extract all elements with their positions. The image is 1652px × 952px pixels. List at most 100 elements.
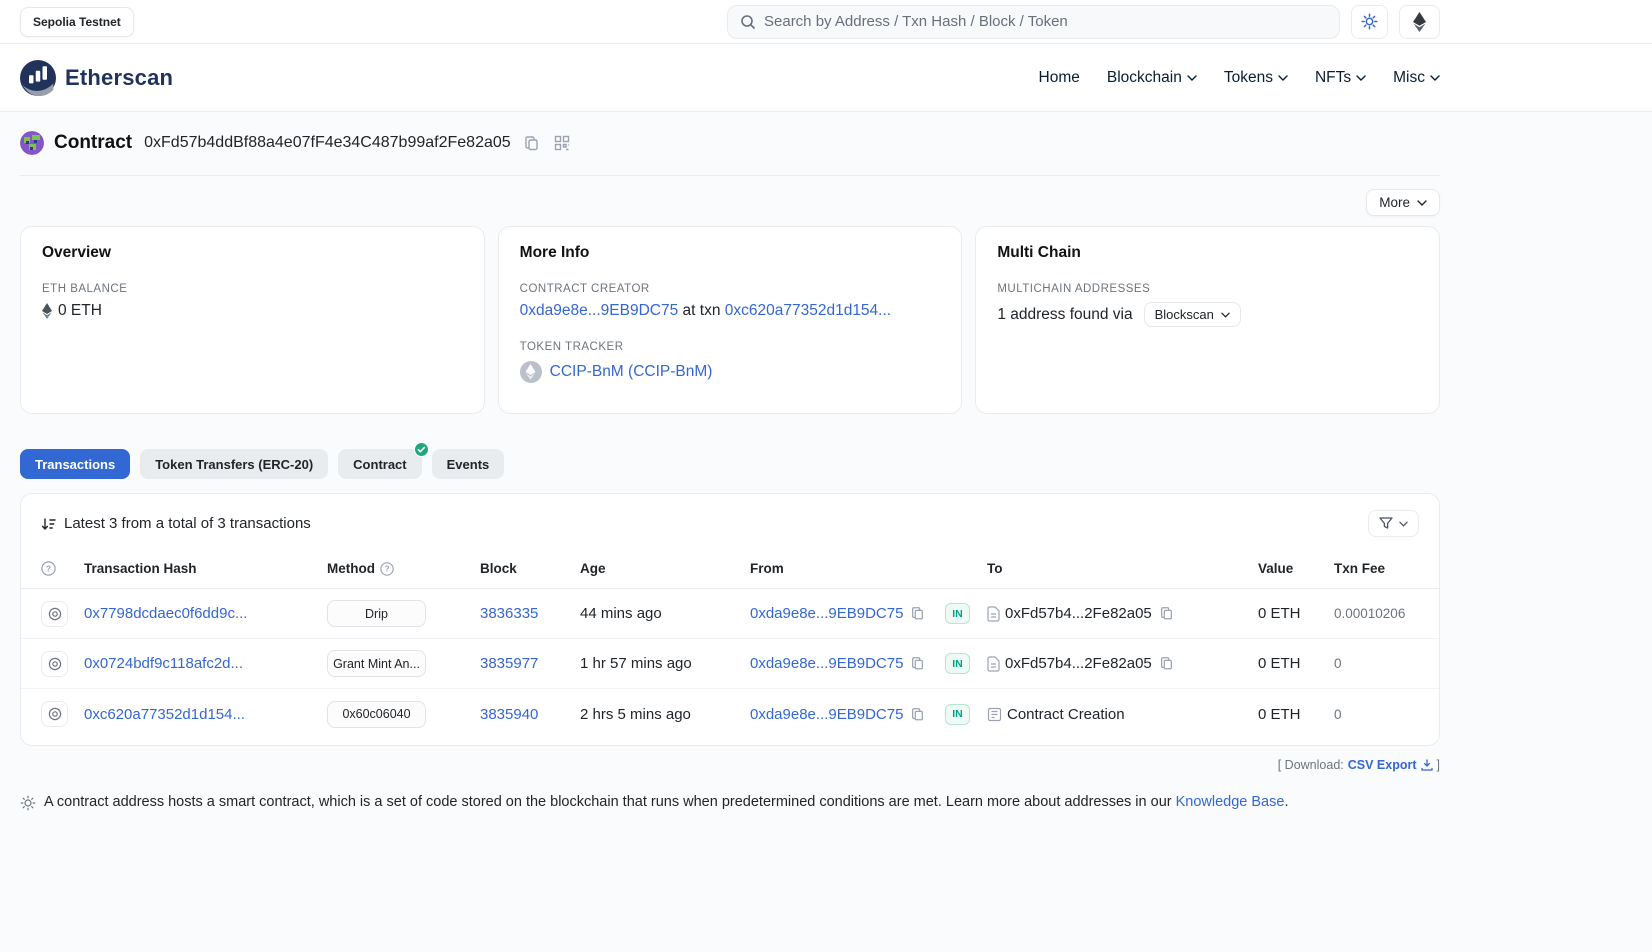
more-button[interactable]: More	[1366, 189, 1440, 216]
copy-to-button[interactable]	[1157, 654, 1176, 673]
chevron-down-icon	[1430, 75, 1440, 81]
tx-preview-button[interactable]	[41, 701, 68, 727]
tab-bar: Transactions Token Transfers (ERC-20) Co…	[20, 449, 1440, 479]
method-badge: 0x60c06040	[327, 701, 426, 728]
nav-item-misc[interactable]: Misc	[1393, 69, 1440, 87]
csv-export-link[interactable]: CSV Export	[1348, 758, 1433, 772]
nav-label: Misc	[1393, 69, 1425, 87]
nav-item-tokens[interactable]: Tokens	[1224, 69, 1288, 87]
etherscan-logo-icon	[20, 60, 56, 96]
multichain-card: Multi Chain MULTICHAIN ADDRESSES 1 addre…	[975, 226, 1440, 414]
txn-fee-text: 0.00010206	[1334, 606, 1405, 621]
col-header-age[interactable]: Age	[580, 561, 750, 576]
value-text: 0 ETH	[1258, 605, 1301, 622]
copy-from-button[interactable]	[908, 604, 927, 623]
table-row: 0x0724bdf9c118afc2d... Grant Mint An... …	[21, 639, 1439, 689]
chevron-down-icon	[1187, 75, 1197, 81]
chevron-down-icon	[1417, 200, 1427, 206]
nav-item-nfts[interactable]: NFTs	[1315, 69, 1366, 87]
chevron-down-icon	[1278, 75, 1288, 81]
header-divider	[20, 175, 1440, 176]
copy-to-button[interactable]	[1157, 604, 1176, 623]
nav-label: NFTs	[1315, 69, 1351, 87]
block-link[interactable]: 3836335	[480, 605, 538, 622]
copy-address-button[interactable]	[521, 133, 542, 154]
download-suffix: ]	[1437, 758, 1440, 772]
network-menu-button[interactable]	[1399, 5, 1440, 39]
address-identicon	[20, 131, 44, 155]
token-tracker-label: TOKEN TRACKER	[520, 341, 941, 353]
qr-code-icon	[554, 135, 570, 151]
theme-toggle-button[interactable]	[1351, 5, 1388, 39]
search-input[interactable]	[764, 13, 1327, 30]
copy-from-button[interactable]	[908, 705, 927, 724]
col-header-value: Value	[1258, 561, 1334, 576]
etherscan-logo[interactable]: Etherscan	[20, 60, 173, 96]
nav-label: Tokens	[1224, 69, 1273, 87]
ethereum-icon	[1413, 12, 1426, 32]
eth-glyph-icon	[42, 303, 52, 319]
col-header-txn-fee[interactable]: Txn Fee	[1334, 561, 1419, 576]
value-text: 0 ETH	[1258, 655, 1301, 672]
tx-preview-button[interactable]	[41, 601, 68, 627]
sort-icon	[41, 517, 56, 531]
contract-creator-label: CONTRACT CREATOR	[520, 283, 941, 295]
tx-preview-button[interactable]	[41, 651, 68, 677]
table-row: 0x7798dcdaec0f6dd9c... Drip 3836335 44 m…	[21, 589, 1439, 639]
blockscan-dropdown-button[interactable]: Blockscan	[1144, 302, 1241, 327]
txn-hash-link[interactable]: 0x7798dcdaec0f6dd9c...	[84, 605, 247, 622]
contract-address: 0xFd57b4ddBf88a4e07fF4e34C487b99af2Fe82a…	[144, 134, 511, 152]
contract-creation-icon	[987, 707, 1002, 722]
txn-fee-text: 0	[1334, 656, 1342, 671]
col-header-transaction-hash: Transaction Hash	[84, 561, 327, 576]
txn-hash-link[interactable]: 0xc620a77352d1d154...	[84, 706, 245, 723]
download-prefix: [ Download:	[1278, 758, 1344, 772]
tab-transactions[interactable]: Transactions	[20, 449, 130, 479]
direction-badge: IN	[945, 704, 970, 725]
multichain-card-title: Multi Chain	[997, 244, 1418, 262]
chevron-down-icon	[1356, 75, 1366, 81]
creation-txn-link[interactable]: 0xc620a77352d1d154...	[725, 302, 891, 319]
to-address: 0xFd57b4...2Fe82a05	[1005, 605, 1152, 622]
contract-creation-text: Contract Creation	[1007, 706, 1125, 723]
search-bar[interactable]	[727, 5, 1340, 39]
transactions-summary: Latest 3 from a total of 3 transactions	[64, 515, 311, 532]
svg-text:?: ?	[46, 563, 51, 573]
value-text: 0 ETH	[1258, 706, 1301, 723]
block-link[interactable]: 3835977	[480, 655, 538, 672]
more-info-card: More Info CONTRACT CREATOR 0xda9e8e...9E…	[498, 226, 963, 414]
funnel-icon	[1379, 517, 1393, 530]
filter-button[interactable]	[1368, 510, 1419, 537]
block-link[interactable]: 3835940	[480, 706, 538, 723]
token-tracker-link[interactable]: CCIP-BnM (CCIP-BnM)	[550, 363, 713, 381]
info-cards: Overview ETH BALANCE 0 ETH More Info CON…	[20, 226, 1440, 414]
tab-events[interactable]: Events	[432, 449, 505, 479]
tab-contract[interactable]: Contract	[338, 449, 421, 479]
eye-icon	[48, 657, 62, 671]
help-icon[interactable]: ?	[41, 561, 56, 576]
qr-code-button[interactable]	[552, 133, 572, 153]
from-address-link[interactable]: 0xda9e8e...9EB9DC75	[750, 605, 903, 622]
note-suffix: .	[1284, 794, 1288, 810]
copy-from-button[interactable]	[908, 654, 927, 673]
svg-text:?: ?	[385, 564, 390, 573]
help-icon[interactable]: ?	[380, 562, 394, 576]
eye-icon	[48, 707, 62, 721]
method-badge: Grant Mint An...	[327, 650, 426, 677]
tab-token-transfers[interactable]: Token Transfers (ERC-20)	[140, 449, 328, 479]
nav-item-blockchain[interactable]: Blockchain	[1107, 69, 1197, 87]
nav-item-home[interactable]: Home	[1039, 69, 1080, 87]
token-logo-icon	[520, 361, 542, 383]
direction-badge: IN	[945, 653, 970, 674]
blockscan-dropdown-label: Blockscan	[1155, 307, 1214, 322]
copy-icon	[1159, 606, 1174, 621]
knowledge-base-link[interactable]: Knowledge Base	[1176, 794, 1285, 810]
more-info-card-title: More Info	[520, 244, 941, 262]
txn-hash-link[interactable]: 0x0724bdf9c118afc2d...	[84, 655, 243, 672]
from-address-link[interactable]: 0xda9e8e...9EB9DC75	[750, 706, 903, 723]
network-selector-button[interactable]: Sepolia Testnet	[20, 7, 134, 37]
from-address-link[interactable]: 0xda9e8e...9EB9DC75	[750, 655, 903, 672]
multichain-found-text: 1 address found via	[997, 306, 1132, 324]
search-icon	[740, 14, 756, 30]
creator-address-link[interactable]: 0xda9e8e...9EB9DC75	[520, 302, 679, 319]
